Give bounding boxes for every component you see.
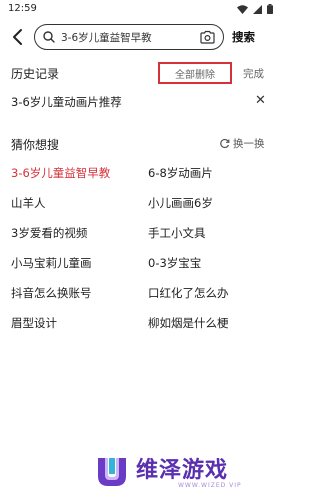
search-button[interactable]: 搜索 [232,29,255,45]
history-item[interactable]: 3-6岁儿童动画片推荐 ✕ [0,92,281,112]
watermark: 维泽游戏 WWW.WIZED VIP [94,450,274,496]
guess-item[interactable]: 山羊人 [11,195,46,211]
battery-icon [267,4,273,14]
guess-item[interactable]: 口红化了怎么办 [148,285,229,301]
close-icon[interactable]: ✕ [255,93,266,108]
search-row: 3-6岁儿童益智早教 搜索 [0,20,281,54]
guess-item[interactable]: 手工小文具 [148,225,206,241]
status-time: 12:59 [8,3,37,14]
signal-icon [253,4,262,14]
guess-item[interactable]: 小马宝莉儿童画 [11,255,92,271]
guess-item[interactable]: 0-3岁宝宝 [148,255,201,271]
guess-item[interactable]: 3岁爱看的视频 [11,225,87,241]
guess-item[interactable]: 柳如烟是什么梗 [148,315,229,331]
done-button[interactable]: 完成 [243,66,264,81]
watermark-subtitle: WWW.WIZED VIP [178,482,242,489]
wifi-icon [237,4,248,14]
guess-item[interactable]: 6-8岁动画片 [148,165,213,181]
camera-icon[interactable] [200,30,215,44]
watermark-logo [98,458,126,486]
search-query: 3-6岁儿童益智早教 [61,31,152,44]
refresh-label: 换一换 [233,138,265,150]
guess-header: 猜你想搜 换一换 [0,134,281,154]
search-icon [43,31,55,43]
guess-item[interactable]: 抖音怎么换账号 [11,285,92,301]
status-bar: 12:59 [0,0,281,20]
status-icons [237,4,273,14]
guess-title: 猜你想搜 [11,138,60,152]
history-item-label: 3-6岁儿童动画片推荐 [11,95,122,109]
guess-item[interactable]: 眉型设计 [11,315,57,331]
refresh-button[interactable]: 换一换 [219,136,265,151]
watermark-title: 维泽游戏 [136,458,229,483]
search-input[interactable]: 3-6岁儿童益智早教 [34,24,224,50]
history-header: 历史记录 全部删除 完成 [0,62,281,84]
guess-item[interactable]: 小儿画画6岁 [148,195,213,211]
back-icon[interactable] [8,27,28,47]
delete-all-button[interactable]: 全部删除 [158,62,232,84]
history-title: 历史记录 [11,67,60,81]
refresh-icon [220,138,230,149]
guess-item[interactable]: 3-6岁儿童益智早教 [11,165,110,181]
